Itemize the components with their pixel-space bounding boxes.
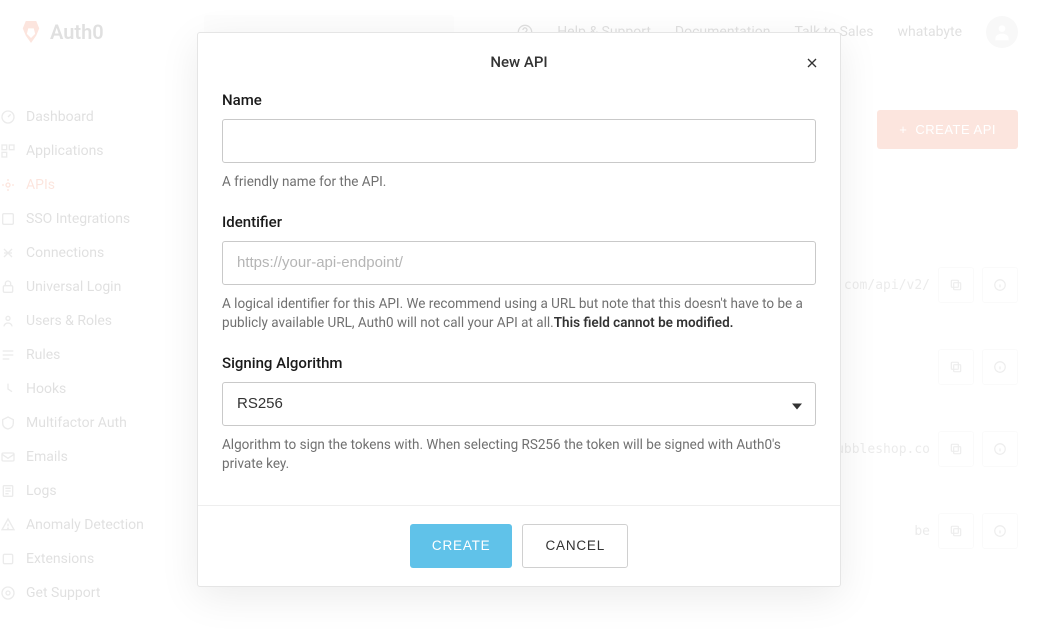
cancel-button[interactable]: CANCEL	[522, 524, 628, 568]
algorithm-help: Algorithm to sign the tokens with. When …	[222, 436, 816, 475]
algorithm-label: Signing Algorithm	[222, 354, 816, 372]
form-group-identifier: Identifier A logical identifier for this…	[222, 213, 816, 334]
create-button[interactable]: CREATE	[410, 524, 513, 568]
modal-body: Name A friendly name for the API. Identi…	[198, 81, 840, 505]
identifier-help-bold: This field cannot be modified.	[554, 315, 734, 331]
identifier-label: Identifier	[222, 213, 816, 231]
identifier-help: A logical identifier for this API. We re…	[222, 295, 816, 334]
algorithm-select[interactable]	[222, 382, 816, 426]
name-label: Name	[222, 91, 816, 109]
modal-title: New API	[222, 53, 816, 71]
name-help: A friendly name for the API.	[222, 173, 816, 193]
identifier-input[interactable]	[222, 241, 816, 285]
form-group-algorithm: Signing Algorithm Algorithm to sign the …	[222, 354, 816, 475]
name-input[interactable]	[222, 119, 816, 163]
modal-close-button[interactable]	[800, 51, 824, 75]
modal-footer: CREATE CANCEL	[198, 505, 840, 586]
form-group-name: Name A friendly name for the API.	[222, 91, 816, 193]
close-icon	[804, 55, 820, 71]
new-api-modal: New API Name A friendly name for the API…	[197, 32, 841, 587]
modal-header: New API	[198, 33, 840, 81]
algorithm-select-wrap	[222, 382, 816, 426]
